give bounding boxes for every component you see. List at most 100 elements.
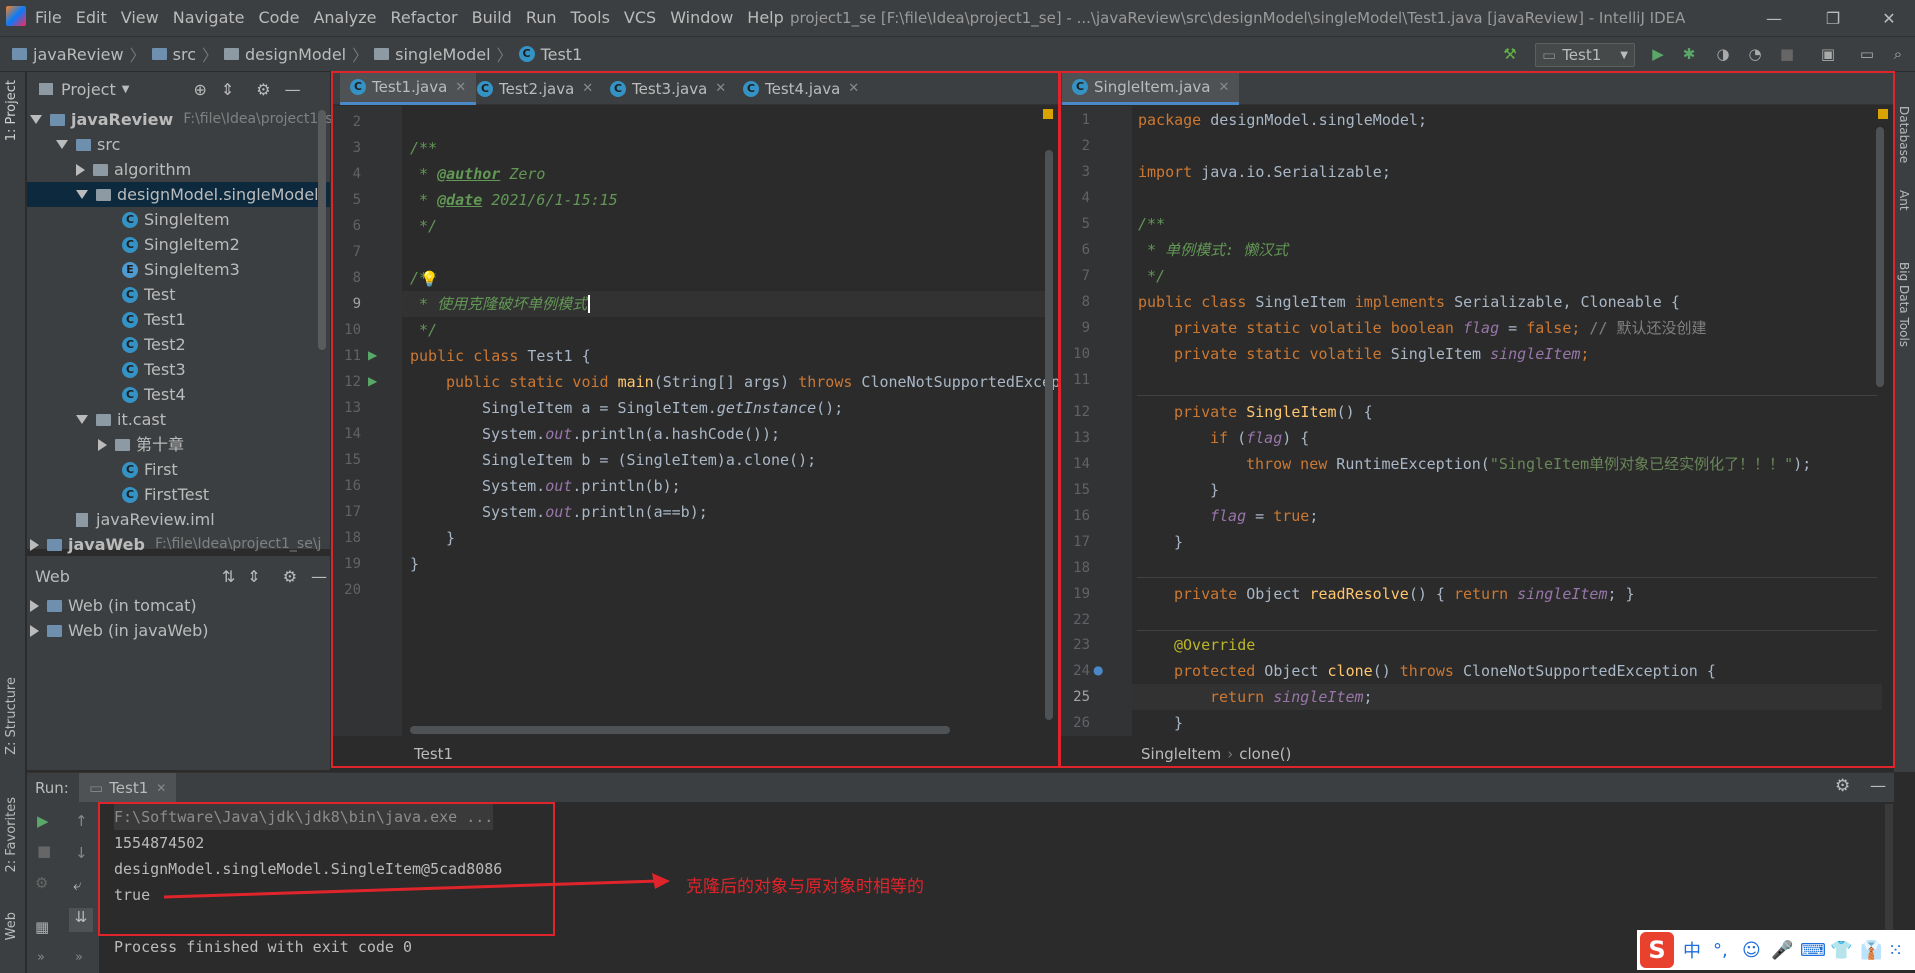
editor-left-hscroll[interactable] bbox=[410, 726, 950, 734]
down-arrow-icon[interactable]: ↓ bbox=[75, 844, 88, 862]
database-tool-button[interactable]: Database bbox=[1897, 106, 1911, 163]
tree-item-javareview[interactable]: javaReview F:\file\Idea\project1_s bbox=[30, 107, 333, 132]
tree-item-algorithm[interactable]: algorithm bbox=[76, 157, 191, 182]
web-item-javaweb[interactable]: Web (in javaWeb) bbox=[30, 618, 209, 643]
tab-test1-java[interactable]: C Test1.java ✕ bbox=[340, 72, 477, 105]
project-scrollbar[interactable] bbox=[318, 110, 326, 350]
menu-run[interactable]: Run bbox=[519, 0, 564, 36]
run-tab-test1[interactable]: ▭ Test1 ✕ bbox=[79, 773, 177, 803]
menu-tools[interactable]: Tools bbox=[564, 0, 617, 36]
close-tab-icon[interactable]: ✕ bbox=[582, 81, 593, 96]
breadcrumb-method[interactable]: clone() bbox=[1239, 745, 1291, 763]
more-icon[interactable]: » bbox=[37, 950, 45, 965]
tab-test4-java[interactable]: C Test4.java ✕ bbox=[733, 72, 869, 105]
web-item-tomcat[interactable]: Web (in tomcat) bbox=[30, 593, 197, 618]
tree-item-iml[interactable]: javaReview.iml bbox=[76, 507, 215, 532]
layout-icon[interactable]: ▦ bbox=[35, 918, 49, 936]
expand-icon[interactable] bbox=[56, 140, 68, 149]
expand-icon[interactable] bbox=[30, 115, 42, 124]
close-tab-icon[interactable]: ✕ bbox=[455, 80, 466, 95]
tree-item-javaweb[interactable]: javaWeb F:\file\Idea\project1_se\j bbox=[30, 532, 328, 557]
search-icon[interactable]: ⌕ bbox=[1888, 44, 1908, 64]
breadcrumb-class[interactable]: SingleItem bbox=[1141, 745, 1221, 763]
chevron-down-icon[interactable]: ▼ bbox=[122, 84, 130, 95]
tree-item-singleitem[interactable]: C SingleItem bbox=[122, 207, 230, 232]
ime-lang[interactable]: 中 bbox=[1683, 930, 1701, 970]
editor-left-breadcrumb[interactable]: Test1 bbox=[414, 739, 453, 769]
expand-icon[interactable] bbox=[76, 190, 88, 199]
tab-test2-java[interactable]: C Test2.java ✕ bbox=[467, 72, 603, 105]
tree-item-singleitem2[interactable]: C SingleItem2 bbox=[122, 232, 240, 257]
run-configuration-select[interactable]: ▭ Test1 ▼ bbox=[1535, 43, 1635, 67]
breadcrumb-test1[interactable]: Test1 bbox=[541, 45, 583, 64]
profile-icon[interactable]: ◔ bbox=[1745, 44, 1765, 64]
hide-icon[interactable]: — bbox=[1870, 776, 1886, 795]
toolbox-icon[interactable]: 👔 bbox=[1860, 930, 1882, 970]
gear-icon[interactable]: ⚙ bbox=[256, 80, 270, 99]
menu-vcs[interactable]: VCS bbox=[617, 0, 663, 36]
tab-test3-java[interactable]: C Test3.java ✕ bbox=[600, 72, 736, 105]
run-icon[interactable]: ▶ bbox=[1648, 44, 1668, 64]
gear-icon[interactable]: ⚙ bbox=[283, 567, 297, 586]
gear-icon[interactable]: ⚙ bbox=[1835, 776, 1850, 796]
microphone-icon[interactable]: 🎤 bbox=[1771, 930, 1793, 970]
menu-grid-icon[interactable]: ⁙ bbox=[1888, 930, 1903, 970]
scroll-to-end-icon[interactable]: ⇊ bbox=[69, 908, 93, 932]
editor-right-vscroll[interactable] bbox=[1876, 127, 1884, 387]
breadcrumb-singlemodel[interactable]: singleModel bbox=[395, 45, 490, 64]
tree-item-first[interactable]: C First bbox=[122, 457, 178, 482]
expand-all-icon[interactable]: ⇅ bbox=[222, 567, 235, 586]
locate-icon[interactable]: ⊕ bbox=[193, 80, 206, 99]
hide-icon[interactable]: — bbox=[285, 80, 301, 99]
expand-icon[interactable] bbox=[30, 624, 39, 637]
run-gutter-icon[interactable]: ▶ bbox=[368, 348, 377, 362]
collapse-all-icon[interactable]: ⇕ bbox=[247, 567, 260, 586]
coverage-icon[interactable]: ◑ bbox=[1713, 44, 1733, 64]
menu-navigate[interactable]: Navigate bbox=[166, 0, 252, 36]
soft-wrap-icon[interactable]: ⤶ bbox=[73, 876, 81, 894]
tree-item-singleitem3[interactable]: E SingleItem3 bbox=[122, 257, 240, 282]
hide-icon[interactable]: — bbox=[311, 567, 327, 586]
restore-icon[interactable]: ❐ bbox=[1810, 0, 1856, 36]
more-icon[interactable]: » bbox=[75, 950, 83, 965]
sogou-logo-icon[interactable]: S bbox=[1640, 932, 1674, 968]
debug-icon[interactable]: ✱ bbox=[1679, 44, 1699, 64]
up-arrow-icon[interactable]: ↑ bbox=[75, 812, 88, 830]
tree-item-test[interactable]: C Test bbox=[122, 282, 176, 307]
emoji-icon[interactable]: ☺ bbox=[1742, 930, 1761, 970]
menu-file[interactable]: File bbox=[28, 0, 69, 36]
lightbulb-icon[interactable]: 💡 bbox=[420, 270, 439, 288]
close-tab-icon[interactable]: ✕ bbox=[1218, 80, 1229, 95]
terminal-icon[interactable]: ▭ bbox=[1857, 44, 1877, 64]
expand-icon[interactable] bbox=[76, 415, 88, 424]
menu-build[interactable]: Build bbox=[465, 0, 519, 36]
tree-item-test4[interactable]: C Test4 bbox=[122, 382, 186, 407]
tree-item-test3[interactable]: C Test3 bbox=[122, 357, 186, 382]
rerun-icon[interactable]: ▶ bbox=[37, 812, 49, 830]
breadcrumb-javareview[interactable]: javaReview bbox=[33, 45, 124, 64]
run-gutter-icon[interactable]: ▶ bbox=[368, 374, 377, 388]
menu-view[interactable]: View bbox=[114, 0, 166, 36]
minimize-icon[interactable]: — bbox=[1751, 0, 1797, 36]
build-hammer-icon[interactable]: ⚒ bbox=[1500, 44, 1520, 64]
big-data-tools-button[interactable]: Big Data Tools bbox=[1897, 262, 1911, 347]
override-gutter-icon[interactable]: ● bbox=[1093, 663, 1103, 677]
stop-icon[interactable]: ■ bbox=[37, 842, 51, 860]
tree-item-test1[interactable]: C Test1 bbox=[122, 307, 186, 332]
editor-left-vscroll[interactable] bbox=[1045, 150, 1053, 720]
close-window-icon[interactable]: ✕ bbox=[1866, 0, 1912, 36]
tree-item-test2[interactable]: C Test2 bbox=[122, 332, 186, 357]
project-structure-icon[interactable]: ▣ bbox=[1818, 44, 1838, 64]
skin-icon[interactable]: 👕 bbox=[1830, 930, 1852, 970]
menu-edit[interactable]: Edit bbox=[69, 0, 114, 36]
menu-refactor[interactable]: Refactor bbox=[384, 0, 465, 36]
menu-help[interactable]: Help bbox=[740, 0, 790, 36]
menu-window[interactable]: Window bbox=[663, 0, 740, 36]
keyboard-icon[interactable]: ⌨ bbox=[1800, 930, 1826, 970]
close-tab-icon[interactable]: ✕ bbox=[848, 81, 859, 96]
close-tab-icon[interactable]: ✕ bbox=[156, 781, 166, 795]
breadcrumb-src[interactable]: src bbox=[173, 45, 196, 64]
structure-tool-button[interactable]: Z: Structure bbox=[4, 677, 19, 755]
favorites-tool-button[interactable]: 2: Favorites bbox=[4, 797, 19, 873]
expand-icon[interactable] bbox=[30, 599, 39, 612]
